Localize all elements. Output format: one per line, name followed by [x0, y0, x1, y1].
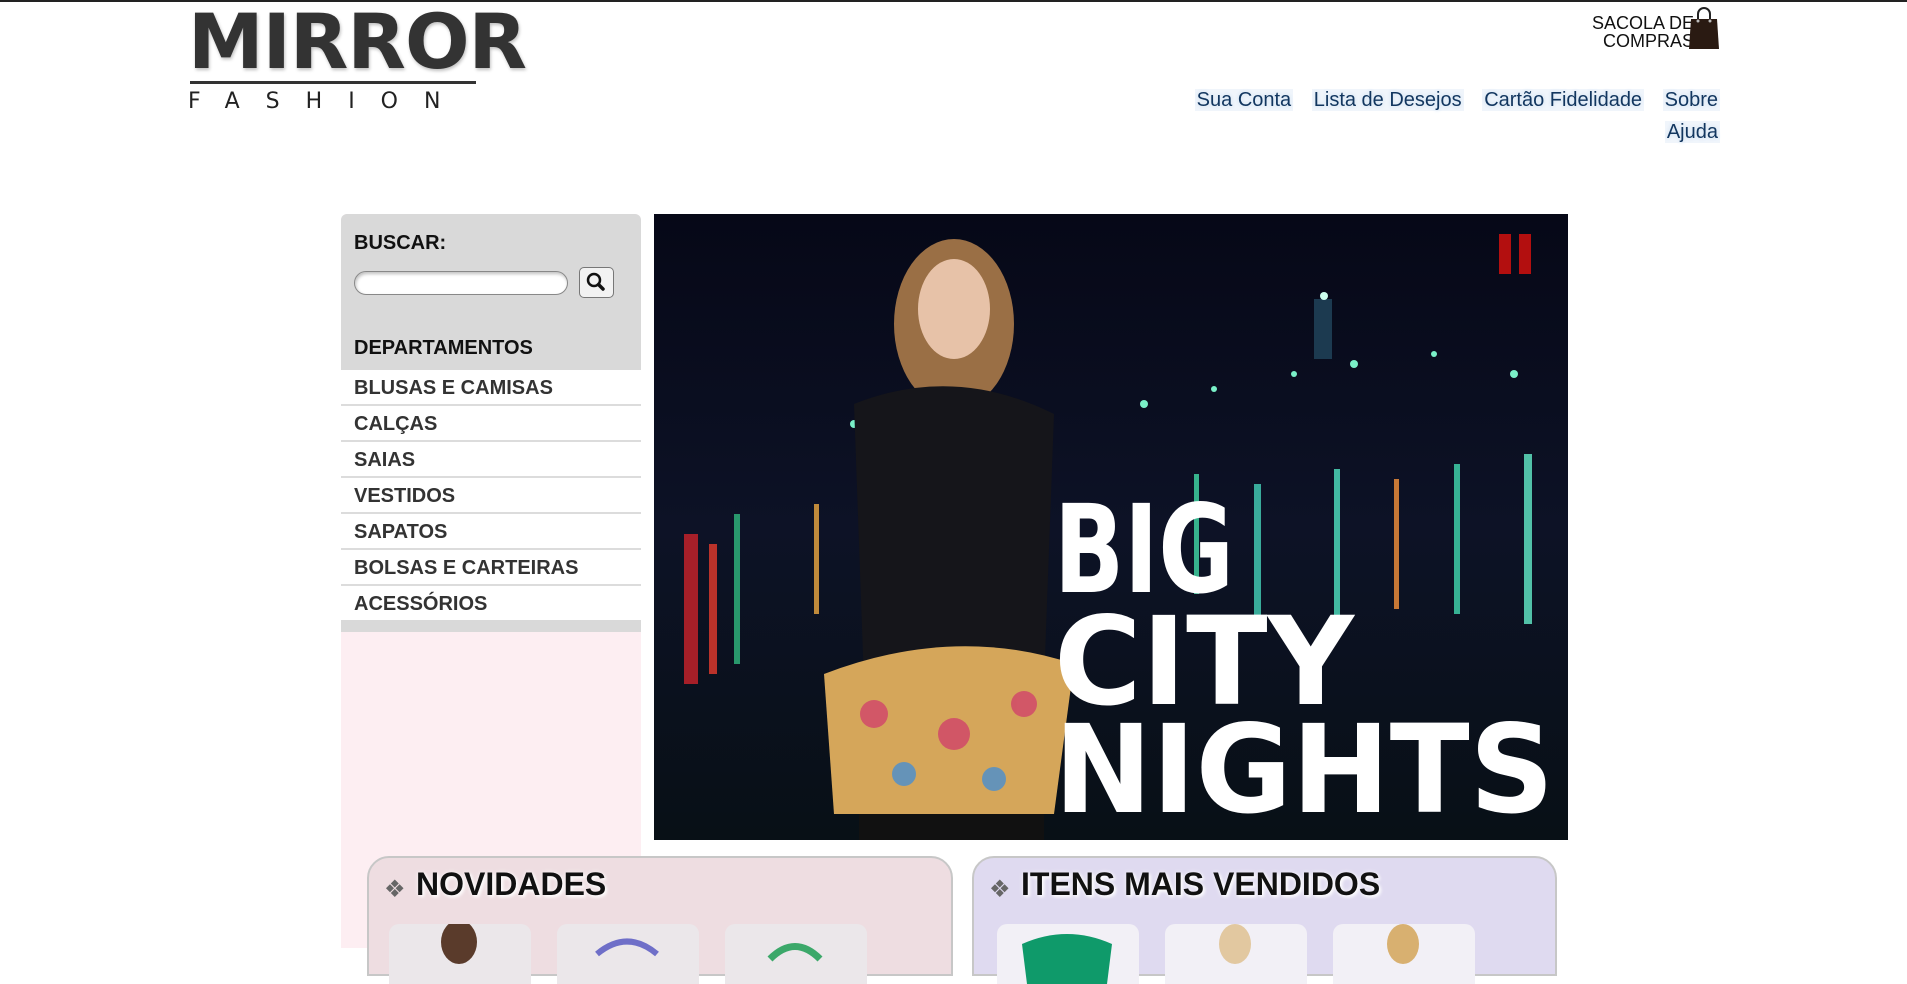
- product-thumbnail[interactable]: [725, 924, 867, 984]
- product-thumbnail[interactable]: [389, 924, 531, 984]
- product-image: [1219, 924, 1251, 964]
- search-label: BUSCAR:: [354, 232, 447, 254]
- department-item-blouses[interactable]: BLUSAS E CAMISAS: [341, 370, 641, 406]
- logo-text: MIRROR: [188, 0, 527, 86]
- product-image: [767, 943, 823, 962]
- product-image: [441, 924, 477, 964]
- new-arrivals-title: NOVIDADES: [416, 866, 607, 902]
- pause-icon: [1499, 234, 1511, 274]
- logo-divider: [190, 81, 476, 84]
- shopping-bag-label[interactable]: SACOLA DE COMPRAS: [1564, 14, 1694, 50]
- department-item-skirts[interactable]: SAIAS: [341, 442, 641, 478]
- product-thumbnail[interactable]: [1165, 924, 1307, 984]
- pause-icon-bar: [1519, 234, 1531, 274]
- pause-button[interactable]: [1499, 234, 1533, 274]
- department-item-accessories[interactable]: ACESSÓRIOS: [341, 586, 641, 620]
- search-input[interactable]: [354, 271, 568, 295]
- diamond-bullet-icon: ❖: [384, 876, 406, 903]
- nav-link-loyalty[interactable]: Cartão Fidelidade: [1482, 89, 1645, 111]
- product-thumbnail[interactable]: [1333, 924, 1475, 984]
- product-image: [1387, 924, 1419, 964]
- nav-link-about[interactable]: Sobre: [1662, 89, 1720, 111]
- departments-footer: [341, 620, 641, 632]
- product-image: [1022, 934, 1112, 984]
- product-thumbnail[interactable]: [557, 924, 699, 984]
- nav-link-help[interactable]: Ajuda: [1664, 121, 1720, 143]
- product-image: [595, 938, 659, 957]
- hero-banner[interactable]: BIG CITY NIGHTS: [654, 214, 1568, 840]
- department-item-shoes[interactable]: SAPATOS: [341, 514, 641, 550]
- search-panel: BUSCAR: DEPARTAMENTOS: [341, 214, 641, 370]
- best-sellers-panel: ❖ ITENS MAIS VENDIDOS: [972, 856, 1557, 984]
- department-item-bags[interactable]: BOLSAS E CARTEIRAS: [341, 550, 641, 586]
- diamond-bullet-icon: ❖: [989, 876, 1011, 903]
- search-button[interactable]: [579, 267, 614, 298]
- top-navigation: Sua Conta Lista de Desejos Cartão Fideli…: [1180, 84, 1720, 148]
- sidebar: BUSCAR: DEPARTAMENTOS BLUSAS E CAMISAS C…: [341, 214, 641, 948]
- department-item-dresses[interactable]: VESTIDOS: [341, 478, 641, 514]
- search-icon: [586, 272, 605, 291]
- logo-subtitle: FASHION: [188, 89, 467, 114]
- product-thumbnail[interactable]: [997, 924, 1139, 984]
- nav-link-wishlist[interactable]: Lista de Desejos: [1311, 89, 1464, 111]
- banner-headline: BIG CITY NIGHTS: [1054, 479, 1554, 840]
- nav-link-account[interactable]: Sua Conta: [1194, 89, 1294, 111]
- new-arrivals-panel: ❖ NOVIDADES: [367, 856, 953, 984]
- shopping-bag-icon[interactable]: [1688, 7, 1720, 49]
- headline-word-nights: NIGHTS: [1054, 699, 1554, 840]
- logo[interactable]: MIRROR FASHION: [188, 0, 527, 114]
- departments-title: DEPARTAMENTOS: [354, 337, 533, 359]
- department-item-pants[interactable]: CALÇAS: [341, 406, 641, 442]
- best-sellers-title: ITENS MAIS VENDIDOS: [1021, 866, 1381, 902]
- departments-list: BLUSAS E CAMISAS CALÇAS SAIAS VESTIDOS S…: [341, 370, 641, 620]
